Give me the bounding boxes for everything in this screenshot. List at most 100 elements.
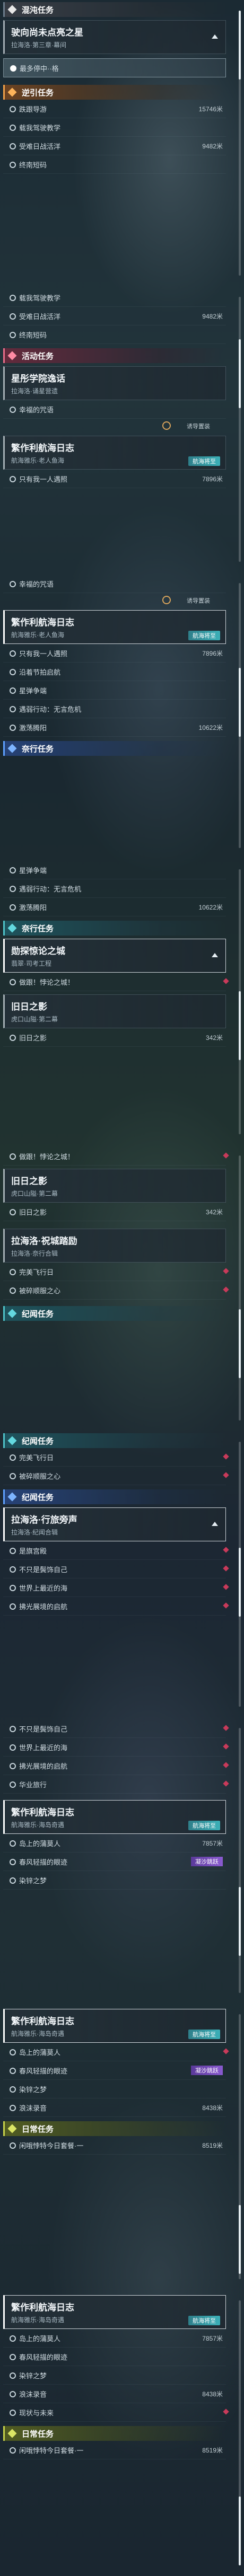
objective-item[interactable]: 岛上的蒲莫人 7857米	[3, 1834, 226, 1852]
scrollbar[interactable]	[239, 1728, 241, 1993]
objective-item[interactable]: 春风轻描的眼迹 凝沙跳跃	[3, 1852, 226, 1871]
objective-item[interactable]: 闲哦悖特今日套餐·一 8519米	[3, 2441, 226, 2459]
objective-text: 遇弱行动：无言危机	[19, 885, 82, 893]
objective-item[interactable]: 做跟！悖论之城！	[3, 973, 229, 991]
objective-item[interactable]: 世界上最近的海	[3, 1578, 229, 1597]
scrollbar[interactable]	[239, 1442, 241, 1707]
chevron-up-icon[interactable]	[212, 34, 218, 39]
objective-item[interactable]: 遇弱行动：无言危机	[3, 879, 226, 898]
objective-item[interactable]: 世界上最近的海	[3, 1738, 229, 1757]
scrollbar-thumb[interactable]	[239, 668, 241, 737]
objective-item[interactable]: 岛上的蒲莫人	[3, 2043, 229, 2061]
objective-item[interactable]: 现状与未来	[3, 2403, 229, 2422]
quest-card[interactable]: 繁作利航海日志 航海雅乐·海岛奇遇 航海将至	[3, 1800, 226, 1834]
distance: 7857米	[202, 2334, 223, 2342]
section-header-guide[interactable]: 逆引任务	[3, 85, 226, 100]
quest-card[interactable]: 拉海洛·行旅旁声 拉海洛·纪闻合辑	[3, 1507, 226, 1541]
section-header-bonds[interactable]: 纪闻任务	[3, 1433, 226, 1448]
section-header-eternal[interactable]: 奈行任务	[3, 741, 226, 756]
objective-item[interactable]: 不只是鬓饰自己	[3, 1719, 229, 1738]
objective-item[interactable]: 旧日之影 342米	[3, 1203, 226, 1221]
distance: 7896米	[202, 475, 223, 483]
objective-item[interactable]: 激荡腾阳 10622米	[3, 718, 226, 737]
objective-item[interactable]: 拂光展境的启航	[3, 1757, 229, 1775]
scrollbar-thumb[interactable]	[239, 2496, 241, 2565]
quest-card[interactable]: 星彤学院逸话 拉海洛·诵星营遗	[3, 366, 226, 400]
objective-item[interactable]: 星弹争端	[3, 861, 226, 879]
objective-item[interactable]: 载我驾驶教学	[3, 288, 226, 307]
scrollbar-thumb[interactable]	[239, 991, 241, 1060]
objective-item[interactable]: 旧日之影 342米	[3, 1028, 226, 1047]
objective-item[interactable]: 终南短码	[3, 155, 226, 174]
objective-item[interactable]: 跌跟导游 15746米	[3, 100, 226, 118]
objective-item[interactable]: 终南短码	[3, 325, 226, 344]
scrollbar[interactable]	[239, 297, 241, 562]
chevron-up-icon[interactable]	[212, 953, 218, 957]
objective-text: 春风轻描的眼迹	[19, 1858, 68, 1866]
distance: 8519米	[202, 2141, 223, 2149]
objective-item[interactable]: 遇弱行动：无言危机	[3, 700, 226, 718]
objective-item[interactable]: 幸福的咒语	[3, 575, 226, 593]
scrollbar[interactable]	[239, 1155, 241, 1421]
objective-item[interactable]: 做跟！悖论之城！	[3, 1147, 229, 1166]
scrollbar-thumb[interactable]	[239, 339, 241, 408]
objective-item[interactable]: 只有我一人遇照 7896米	[3, 644, 226, 663]
scrollbar[interactable]	[239, 2014, 241, 2279]
scrollbar-thumb[interactable]	[239, 1548, 241, 1617]
objective-item[interactable]: 岛上的蒲莫人 7857米	[3, 2329, 226, 2348]
objective-item[interactable]: 华业旅行	[3, 1775, 229, 1794]
objective-item[interactable]: 是旗宫殿	[3, 1541, 229, 1560]
objective-item[interactable]: 不只是鬓饰自己	[3, 1560, 229, 1578]
quest-card[interactable]: 驶向尚未点亮之星 拉海洛·第三章·幕间	[3, 20, 226, 54]
chevron-up-icon[interactable]	[212, 1522, 218, 1526]
objective-item[interactable]: 完美飞行日	[3, 1263, 229, 1281]
section-header-bonds[interactable]: 纪闻任务	[3, 1489, 226, 1504]
section-header-daily[interactable]: 日常任务	[3, 2121, 226, 2136]
objective-item[interactable]: 沿着节拍启航	[3, 663, 226, 681]
objective-item[interactable]: 被碎顺服之心	[3, 1467, 229, 1485]
scrollbar-thumb[interactable]	[239, 1887, 241, 1956]
quest-card[interactable]: 旧日之影 虎口山隘·第二幕	[3, 994, 226, 1028]
marker-icon	[10, 669, 16, 675]
quest-card[interactable]: 繁作利航海日志 航海雅乐·海岛奇遇 航海将至	[3, 2009, 226, 2043]
objective-item[interactable]: 最多停中··格	[3, 58, 226, 77]
objective-item[interactable]: 只有我一人遇照 7896米	[3, 470, 226, 488]
quest-card[interactable]: 繁作利航海日志 航海雅乐·老人鱼海 航海将至	[3, 436, 226, 470]
quest-card[interactable]: 旧日之影 虎口山隘·第二幕	[3, 1169, 226, 1203]
section-header-eternal[interactable]: 奈行任务	[3, 921, 226, 936]
section-header-daily[interactable]: 日常任务	[3, 2426, 226, 2441]
scrollbar[interactable]	[239, 583, 241, 848]
objective-item[interactable]: 幸福的咒语	[3, 400, 226, 419]
scrollbar[interactable]	[239, 869, 241, 1134]
quest-card[interactable]: 繁作利航海日志 航海雅乐·老人鱼海 航海将至	[3, 610, 226, 644]
objective-item[interactable]: 受难日战活洋 9482米	[3, 137, 226, 155]
marker-icon	[10, 2372, 16, 2379]
objective-item[interactable]: 完美飞行日	[3, 1448, 229, 1467]
scrollbar-thumb[interactable]	[239, 2205, 241, 2274]
marker-icon	[10, 143, 16, 149]
quest-card[interactable]: 拉海洛·祝城踏励 拉海洛·奈行合辑	[3, 1229, 226, 1263]
objective-item[interactable]: 浪沫录音 8438米	[3, 2098, 226, 2117]
objective-item[interactable]: 染锌之梦	[3, 2366, 226, 2385]
objective-item[interactable]: 春风轻描的眼迹	[3, 2348, 226, 2366]
quest-card[interactable]: 繁作利航海日志 航海雅乐·海岛奇遇 航海将至	[3, 2295, 226, 2329]
section-header-bonds[interactable]: 纪闻任务	[3, 1306, 226, 1321]
scrollbar-thumb[interactable]	[239, 1309, 241, 1378]
scrollbar[interactable]	[239, 11, 241, 276]
objective-item[interactable]: 染锌之梦	[3, 2080, 226, 2098]
scrollbar[interactable]	[239, 2300, 241, 2565]
objective-item[interactable]: 被碎顺服之心	[3, 1281, 229, 1300]
objective-item[interactable]: 染锌之梦	[3, 1871, 226, 1890]
objective-item[interactable]: 载我驾驶教学	[3, 118, 226, 137]
objective-item[interactable]: 闲哦悖特今日套餐·一 8519米	[3, 2136, 226, 2155]
objective-item[interactable]: 拂光展境的启航	[3, 1597, 229, 1616]
objective-item[interactable]: 春风轻描的眼迹 凝沙跳跃	[3, 2061, 226, 2080]
objective-item[interactable]: 浪沫录音 8438米	[3, 2385, 226, 2403]
objective-item[interactable]: 星弹争端	[3, 681, 226, 700]
objective-item[interactable]: 激荡腾阳 10622米	[3, 898, 226, 916]
quest-card[interactable]: 勋探惊论之城 翡翠·司考工程	[3, 939, 226, 973]
objective-item[interactable]: 受难日战活洋 9482米	[3, 307, 226, 325]
scrollbar-thumb[interactable]	[239, 11, 241, 80]
section-header-activity[interactable]: 活动任务	[3, 348, 226, 363]
section-header-chaos[interactable]: 混沌任务	[3, 2, 226, 17]
